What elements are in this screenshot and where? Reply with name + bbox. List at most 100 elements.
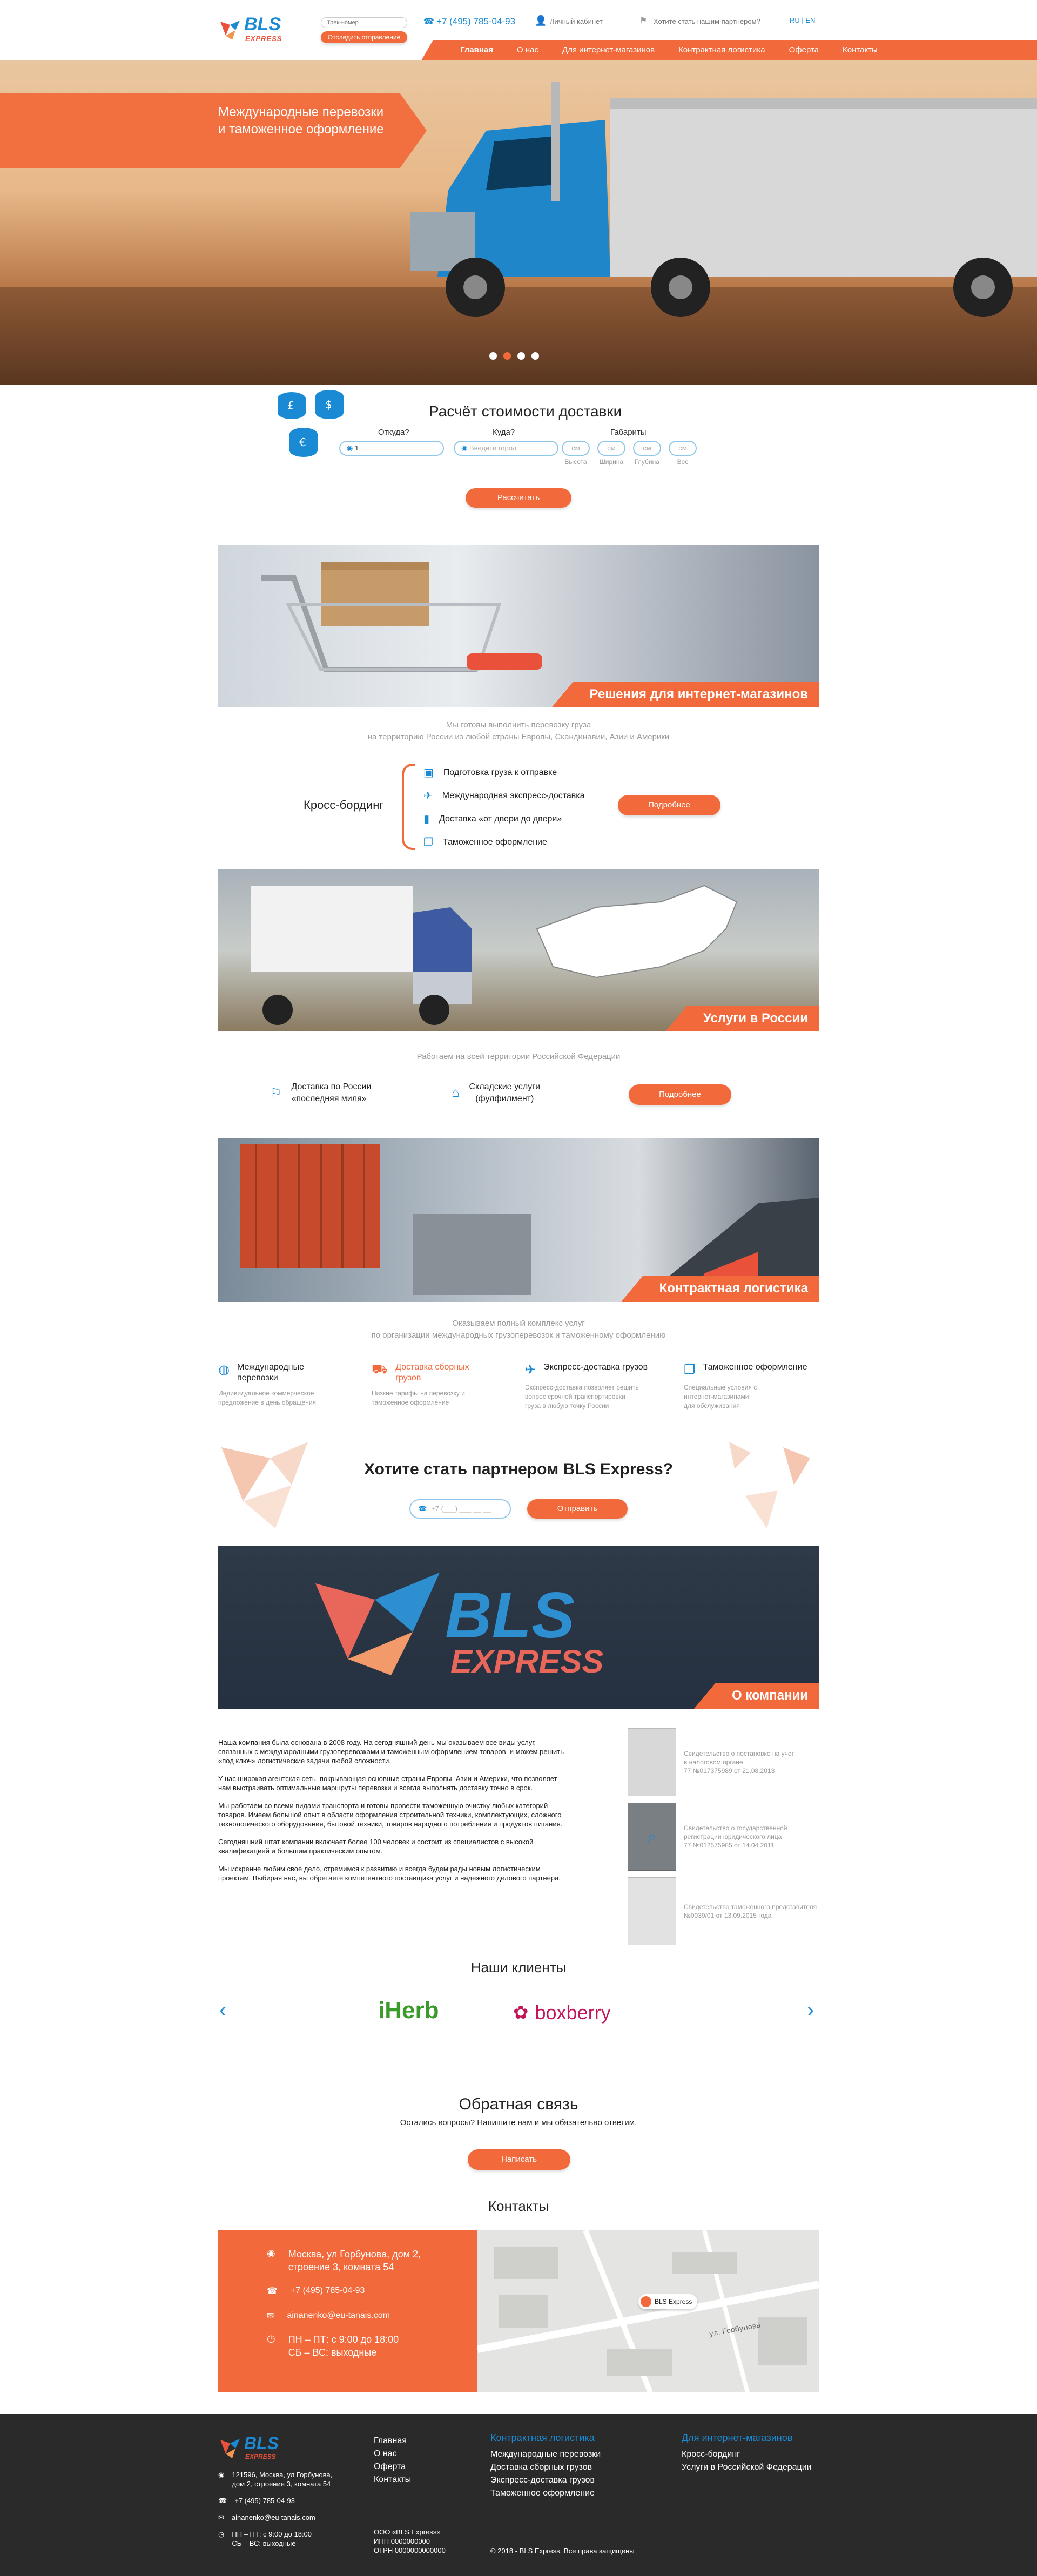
- footer-address-line: 121596, Москва, ул Горбунова,: [232, 2471, 333, 2479]
- about-logo-text: BLS: [445, 1579, 575, 1651]
- footer-legal: ООО «BLS Express» ИНН 0000000000 ОГРН 00…: [374, 2527, 446, 2555]
- header-phone[interactable]: +7 (495) 785-04-93: [436, 16, 515, 27]
- calculate-button[interactable]: Рассчитать: [466, 488, 571, 508]
- footer-link-about[interactable]: О нас: [374, 2447, 411, 2460]
- certificate-item[interactable]: Свидетельство о постановке на учет в нало…: [628, 1728, 822, 1796]
- certificate-item[interactable]: ⌕ Свидетельство о государственной регистр…: [628, 1803, 822, 1871]
- nav-contacts[interactable]: Контакты: [843, 45, 878, 55]
- footer-link-contacts[interactable]: Контакты: [374, 2473, 411, 2486]
- ecommerce-tag: Решения для интернет-магазинов: [551, 682, 819, 707]
- certificate-item[interactable]: Свидетельство таможенного представителя №…: [628, 1877, 822, 1945]
- email-text: ainanenko@eu-tanais.com: [287, 2311, 390, 2320]
- nav-offer[interactable]: Оферта: [789, 45, 819, 55]
- clients-prev-arrow[interactable]: ‹: [219, 1998, 226, 2022]
- clock-icon: ◷: [267, 2333, 275, 2344]
- contact-phone[interactable]: ☎ +7 (495) 785-04-93: [267, 2285, 477, 2296]
- hours-line: ПН – ПТ: с 9:00 до 18:00: [288, 2334, 399, 2345]
- card-title: Экспресс-доставка грузов: [543, 1363, 648, 1372]
- certificate-caption: Свидетельство таможенного представителя: [684, 1903, 817, 1911]
- footer-phone[interactable]: +7 (495) 785-04-93: [234, 2496, 295, 2505]
- list-item: ▣ Подготовка груза к отправке: [423, 766, 585, 779]
- globe-icon: ◍: [218, 1363, 230, 1377]
- nav-about[interactable]: О нас: [517, 45, 538, 55]
- footer-col3-title[interactable]: Для интернет-магазинов: [682, 2432, 812, 2444]
- to-field[interactable]: ◉ Введите город: [454, 441, 558, 456]
- calculator-section: £ $ € Расчёт стоимости доставки Откуда? …: [0, 385, 1037, 525]
- card-desc: таможенное оформление: [372, 1399, 449, 1406]
- footer-link-customs[interactable]: Таможенное оформление: [490, 2487, 601, 2500]
- partner-submit-button[interactable]: Отправить: [527, 1499, 628, 1519]
- list-item-label: Международная экспресс-доставка: [442, 791, 585, 800]
- contacts-map[interactable]: ул. Горбунова BLS Express: [477, 2230, 819, 2392]
- ecommerce-more-button[interactable]: Подробнее: [618, 795, 720, 815]
- slider-dot[interactable]: [517, 352, 525, 360]
- cabinet-link[interactable]: Личный кабинет: [550, 17, 603, 25]
- partner-section: Хотите стать партнером BLS Express? ☎ +7…: [0, 1431, 1037, 1539]
- footer-logo[interactable]: BLS EXPRESS: [218, 2433, 315, 2466]
- contacts-title: Контакты: [488, 2198, 549, 2214]
- contacts-panel: ◉ Москва, ул Горбунова, дом 2, строение 3…: [218, 2230, 477, 2392]
- partner-link[interactable]: Хотите стать нашим партнером?: [654, 17, 760, 25]
- contact-address: ◉ Москва, ул Горбунова, дом 2, строение 3…: [267, 2248, 477, 2274]
- footer-email[interactable]: ainanenko@eu-tanais.com: [232, 2513, 315, 2522]
- client-logo-boxberry[interactable]: ✿ boxberry: [513, 2001, 611, 2024]
- certificate-thumbnail: [628, 1877, 676, 1945]
- footer-hours-line: ПН – ПТ: с 9:00 до 18:00: [232, 2530, 312, 2538]
- truck-icon: ⛟: [372, 1362, 388, 1377]
- nav-contract-logistics[interactable]: Контрактная логистика: [678, 45, 765, 55]
- partner-icon: ⚑: [639, 16, 648, 25]
- document-icon: ❐: [423, 837, 433, 848]
- nav-home[interactable]: Главная: [460, 45, 493, 55]
- tracking-button[interactable]: Отследить отправление: [321, 31, 407, 43]
- partner-title: Хотите стать партнером BLS Express?: [364, 1460, 673, 1478]
- list-item: ✈ Международная экспресс-доставка: [423, 789, 585, 803]
- map-pin[interactable]: BLS Express: [638, 2294, 698, 2309]
- feedback-write-button[interactable]: Написать: [468, 2149, 570, 2170]
- service-card[interactable]: ⛟ Доставка сборных грузов Низкие тарифы н…: [372, 1362, 501, 1411]
- clients-next-arrow[interactable]: ›: [807, 1998, 814, 2022]
- slider-dot[interactable]: [489, 352, 497, 360]
- card-title: Доставка сборных: [395, 1363, 469, 1372]
- nav-ecommerce[interactable]: Для интернет-магазинов: [562, 45, 655, 55]
- slider-dots: [489, 352, 539, 360]
- address-line: строение 3, комната 54: [288, 2262, 394, 2272]
- contract-cards: ◍ Международные перевозки Индивидуальное …: [218, 1362, 819, 1411]
- logo[interactable]: BLS EXPRESS: [218, 14, 305, 45]
- footer-link-offer[interactable]: Оферта: [374, 2460, 411, 2473]
- svg-text:$: $: [325, 398, 332, 411]
- zoom-icon: ⌕: [648, 1828, 656, 1845]
- certificate-caption: Свидетельство о постановке на учет: [684, 1750, 794, 1757]
- footer-link-crossborder[interactable]: Кросс-бординг: [682, 2448, 812, 2461]
- russia-service1-line1: Доставка по России: [291, 1082, 372, 1091]
- footer-col2-title[interactable]: Контрактная логистика: [490, 2432, 601, 2444]
- contact-email[interactable]: ✉ ainanenko@eu-tanais.com: [267, 2310, 477, 2321]
- height-field[interactable]: см: [562, 441, 590, 456]
- russia-more-button[interactable]: Подробнее: [629, 1084, 731, 1105]
- service-card[interactable]: ❐ Таможенное оформление Специальные усло…: [684, 1362, 819, 1411]
- width-field[interactable]: см: [597, 441, 625, 456]
- footer-link-russia[interactable]: Услуги в Российской Федерации: [682, 2461, 812, 2474]
- contract-tag: Контрактная логистика: [621, 1276, 819, 1302]
- footer-link-express[interactable]: Экспресс-доставка грузов: [490, 2474, 601, 2487]
- from-field[interactable]: ◉ 1: [339, 441, 444, 456]
- language-switch[interactable]: RU | EN: [790, 16, 815, 24]
- card-desc: Экспресс-доставка позволяет решить: [525, 1384, 639, 1391]
- service-card[interactable]: ✈ Экспресс-доставка грузов Экспресс-дост…: [525, 1362, 660, 1411]
- tracking-input[interactable]: [321, 17, 407, 28]
- footer-link-home[interactable]: Главная: [374, 2435, 411, 2447]
- ecommerce-intro-line2: на территорию России из любой страны Евр…: [367, 732, 670, 741]
- weight-field[interactable]: см: [669, 441, 697, 456]
- certificate-caption: №0039/01 от 13.09.2015 года: [684, 1912, 772, 1919]
- slider-dot[interactable]: [531, 352, 539, 360]
- partner-phone-field[interactable]: ☎ +7 (___) ___-__-__: [409, 1499, 511, 1519]
- boxberry-text: boxberry: [535, 2001, 611, 2024]
- service-card[interactable]: ◍ Международные перевозки Индивидуальное …: [218, 1362, 348, 1411]
- slider-dot[interactable]: [503, 352, 511, 360]
- footer-link-groupage[interactable]: Доставка сборных грузов: [490, 2461, 601, 2474]
- contract-intro-line2: по организации международных грузоперево…: [371, 1331, 666, 1340]
- truck-image: [410, 82, 1037, 317]
- map-pin-label: BLS Express: [655, 2298, 692, 2305]
- client-logo-iherb[interactable]: iHerb: [378, 1997, 439, 2024]
- footer-link-intl[interactable]: Международные перевозки: [490, 2448, 601, 2461]
- depth-field[interactable]: см: [633, 441, 661, 456]
